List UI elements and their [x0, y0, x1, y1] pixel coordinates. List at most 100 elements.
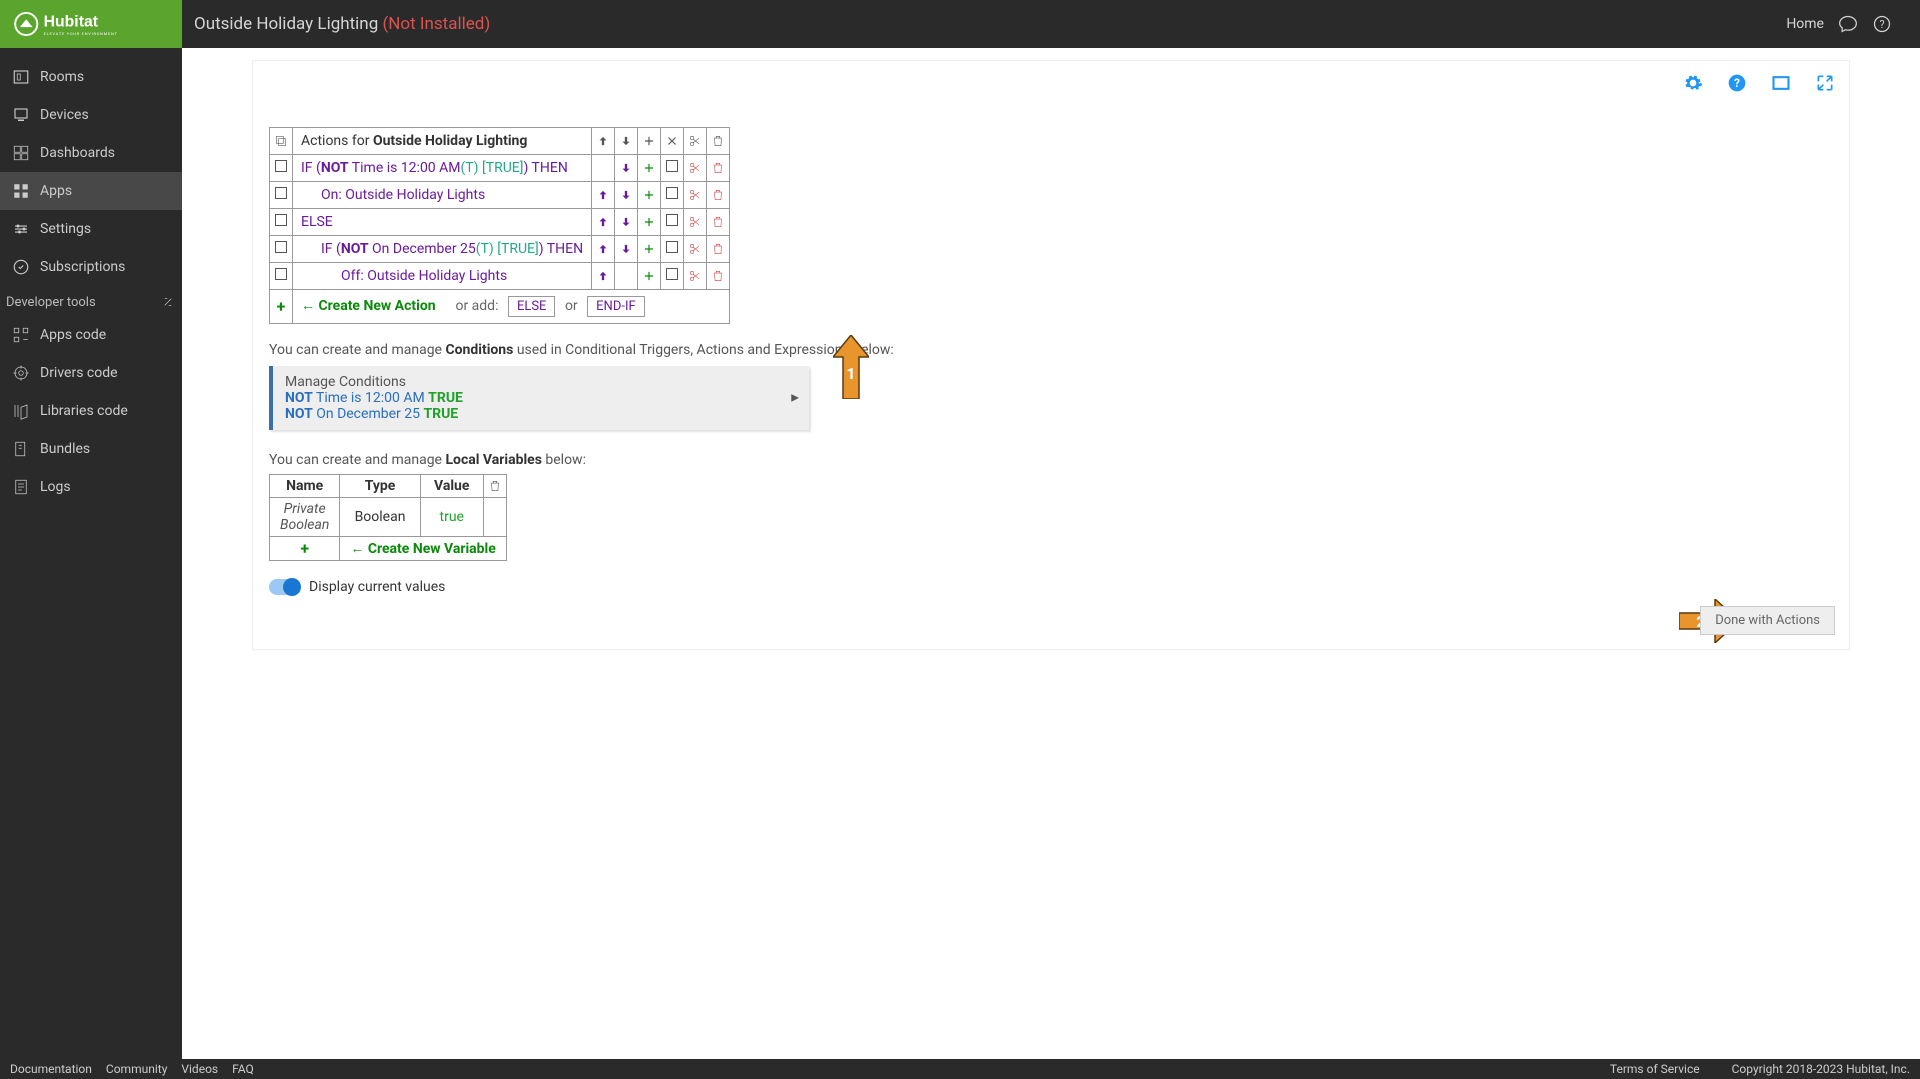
action-text[interactable]: On: Outside Holiday Lights [293, 182, 592, 209]
move-up-icon[interactable] [592, 128, 615, 155]
sidebar-item-settings[interactable]: Settings [0, 210, 182, 248]
sidebar-item-apps[interactable]: Apps [0, 172, 182, 210]
trash-icon[interactable] [707, 182, 730, 209]
expand-arrow-icon[interactable]: ▶ [791, 393, 799, 404]
row-checkbox[interactable] [270, 155, 293, 182]
add-action-button[interactable]: + [270, 290, 293, 324]
row-checkbox[interactable] [270, 263, 293, 290]
create-action-link[interactable]: Create New Action [318, 298, 435, 314]
move-up-icon[interactable] [592, 263, 615, 290]
sidebar-item-libraries-code[interactable]: Libraries code [0, 392, 182, 430]
vars-col-type: Type [340, 475, 420, 498]
trash-icon[interactable] [707, 236, 730, 263]
done-with-actions-button[interactable]: Done with Actions [1700, 606, 1835, 635]
gear-icon[interactable] [1683, 73, 1703, 93]
sidebar-item-apps-code[interactable]: Apps code [0, 316, 182, 354]
chat-icon[interactable] [1838, 14, 1858, 34]
sidebar: Rooms Devices Dashboards Apps Settings S… [0, 48, 182, 1059]
rule-card: ? Actions for Outside Holiday Lighting [252, 60, 1850, 650]
main-content: ? Actions for Outside Holiday Lighting [182, 48, 1920, 1059]
cut-icon[interactable] [684, 236, 707, 263]
manage-conditions-box[interactable]: Manage Conditions NOT Time is 12:00 AM T… [269, 366, 809, 430]
or-add-label: or add: [455, 298, 498, 314]
sidebar-item-logs[interactable]: Logs [0, 468, 182, 506]
sidebar-item-label: Rooms [40, 69, 84, 85]
add-icon[interactable] [638, 128, 661, 155]
action-text[interactable]: ELSE [293, 209, 592, 236]
add-icon[interactable] [638, 263, 661, 290]
sidebar-item-bundles[interactable]: Bundles [0, 430, 182, 468]
else-chip[interactable]: ELSE [508, 296, 556, 317]
cut-icon[interactable] [684, 182, 707, 209]
move-down-icon[interactable] [615, 209, 638, 236]
action-text[interactable]: Off: Outside Holiday Lights [293, 263, 592, 290]
sidebar-item-drivers-code[interactable]: Drivers code [0, 354, 182, 392]
svg-text:?: ? [1734, 76, 1740, 90]
var-name: Private Boolean [270, 498, 340, 537]
home-link[interactable]: Home [1786, 16, 1824, 32]
action-text[interactable]: IF (NOT Time is 12:00 AM(T) [TRUE]) THEN [293, 155, 592, 182]
actions-header-name: Outside Holiday Lighting [373, 133, 527, 149]
row-checkbox-2[interactable] [661, 155, 684, 182]
move-up-icon[interactable] [592, 236, 615, 263]
window-icon[interactable] [1771, 73, 1791, 93]
move-down-icon[interactable] [615, 155, 638, 182]
cut-icon[interactable] [684, 128, 707, 155]
cut-icon[interactable] [684, 263, 707, 290]
sidebar-item-rooms[interactable]: Rooms [0, 58, 182, 96]
condition-line: NOT On December 25 TRUE [285, 406, 797, 422]
footer-documentation[interactable]: Documentation [10, 1062, 92, 1076]
footer-faq[interactable]: FAQ [232, 1062, 254, 1076]
row-checkbox[interactable] [270, 236, 293, 263]
or-label: or [565, 298, 578, 314]
cut-icon[interactable] [684, 155, 707, 182]
cut-icon[interactable] [684, 209, 707, 236]
trash-icon[interactable] [483, 475, 506, 498]
move-up-icon[interactable] [592, 182, 615, 209]
row-checkbox-2[interactable] [661, 263, 684, 290]
row-checkbox-2[interactable] [661, 209, 684, 236]
sidebar-item-label: Drivers code [40, 365, 118, 381]
row-checkbox[interactable] [270, 209, 293, 236]
move-up-icon[interactable] [592, 209, 615, 236]
close-icon[interactable] [661, 128, 684, 155]
add-icon[interactable] [638, 209, 661, 236]
trash-icon[interactable] [707, 128, 730, 155]
trash-icon[interactable] [707, 209, 730, 236]
move-down-icon[interactable] [615, 182, 638, 209]
sidebar-item-subscriptions[interactable]: Subscriptions [0, 248, 182, 286]
move-down-icon[interactable] [615, 236, 638, 263]
brand-logo[interactable]: HubitatELEVATE YOUR ENVIRONMENT [0, 0, 182, 48]
footer-tos[interactable]: Terms of Service [1610, 1062, 1700, 1076]
display-values-label: Display current values [309, 579, 445, 595]
footer-videos[interactable]: Videos [181, 1062, 218, 1076]
add-icon[interactable] [638, 236, 661, 263]
row-checkbox-2[interactable] [661, 182, 684, 209]
sidebar-item-devices[interactable]: Devices [0, 96, 182, 134]
row-checkbox[interactable] [270, 182, 293, 209]
collapse-icon[interactable] [160, 294, 176, 310]
help-circle-icon[interactable]: ? [1727, 73, 1747, 93]
trash-icon[interactable] [707, 263, 730, 290]
display-values-toggle[interactable] [269, 579, 299, 595]
create-variable-link[interactable]: Create New Variable [368, 541, 496, 557]
add-icon[interactable] [638, 182, 661, 209]
footer-community[interactable]: Community [106, 1062, 167, 1076]
action-text[interactable]: IF (NOT On December 25(T) [TRUE]) THEN [293, 236, 592, 263]
expand-icon[interactable] [1815, 73, 1835, 93]
sidebar-item-label: Subscriptions [40, 259, 125, 275]
endif-chip[interactable]: END-IF [587, 296, 645, 317]
var-value[interactable]: true [420, 498, 483, 537]
sidebar-item-dashboards[interactable]: Dashboards [0, 134, 182, 172]
copy-icon[interactable] [270, 128, 293, 155]
sidebar-item-label: Logs [40, 479, 71, 495]
actions-header: Actions for Outside Holiday Lighting [293, 128, 592, 155]
trash-icon[interactable] [707, 155, 730, 182]
row-checkbox-2[interactable] [661, 236, 684, 263]
add-variable-button[interactable]: + [270, 537, 340, 561]
developer-tools-header[interactable]: Developer tools [0, 286, 182, 316]
move-down-icon[interactable] [615, 128, 638, 155]
help-icon[interactable]: ? [1872, 14, 1892, 34]
sidebar-item-label: Libraries code [40, 403, 128, 419]
add-icon[interactable] [638, 155, 661, 182]
